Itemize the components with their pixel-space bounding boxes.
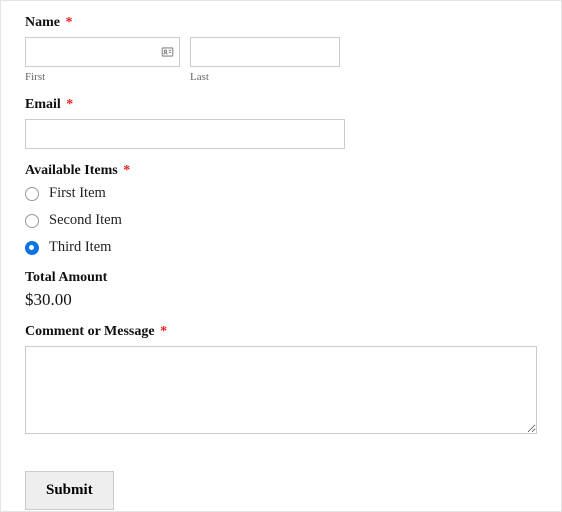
email-input[interactable] — [25, 119, 345, 149]
required-mark: * — [66, 97, 73, 112]
name-label: Name * — [25, 15, 537, 31]
items-option[interactable]: Third Item — [25, 239, 537, 256]
required-mark: * — [66, 15, 73, 30]
email-field: Email * — [25, 97, 537, 149]
total-label: Total Amount — [25, 270, 537, 286]
last-name-input[interactable] — [190, 37, 340, 67]
email-label-text: Email — [25, 97, 61, 112]
last-sublabel: Last — [190, 71, 340, 83]
first-name-input[interactable] — [25, 37, 180, 67]
comment-field: Comment or Message * — [25, 324, 537, 439]
name-row: First Last — [25, 37, 537, 83]
radio-icon — [25, 214, 39, 228]
items-option[interactable]: First Item — [25, 185, 537, 202]
email-label: Email * — [25, 97, 537, 113]
name-field: Name * First — [25, 15, 537, 83]
required-mark: * — [160, 324, 167, 339]
form-container: Name * First — [0, 0, 562, 512]
items-option[interactable]: Second Item — [25, 212, 537, 229]
first-name-wrap — [25, 37, 180, 67]
comment-label: Comment or Message * — [25, 324, 537, 340]
radio-icon — [25, 241, 39, 255]
submit-button[interactable]: Submit — [25, 471, 114, 510]
first-sublabel: First — [25, 71, 180, 83]
items-option-label: First Item — [49, 185, 106, 202]
comment-label-text: Comment or Message — [25, 324, 155, 339]
items-option-label: Third Item — [49, 239, 111, 256]
items-label-text: Available Items — [25, 163, 118, 178]
items-radio-group: First Item Second Item Third Item — [25, 185, 537, 256]
total-field: Total Amount $30.00 — [25, 270, 537, 310]
required-mark: * — [123, 163, 130, 178]
first-name-col: First — [25, 37, 180, 83]
items-option-label: Second Item — [49, 212, 122, 229]
radio-icon — [25, 187, 39, 201]
total-value: $30.00 — [25, 290, 537, 310]
comment-textarea[interactable] — [25, 346, 537, 434]
items-label: Available Items * — [25, 163, 537, 179]
name-label-text: Name — [25, 15, 60, 30]
last-name-col: Last — [190, 37, 340, 83]
items-field: Available Items * First Item Second Item… — [25, 163, 537, 256]
